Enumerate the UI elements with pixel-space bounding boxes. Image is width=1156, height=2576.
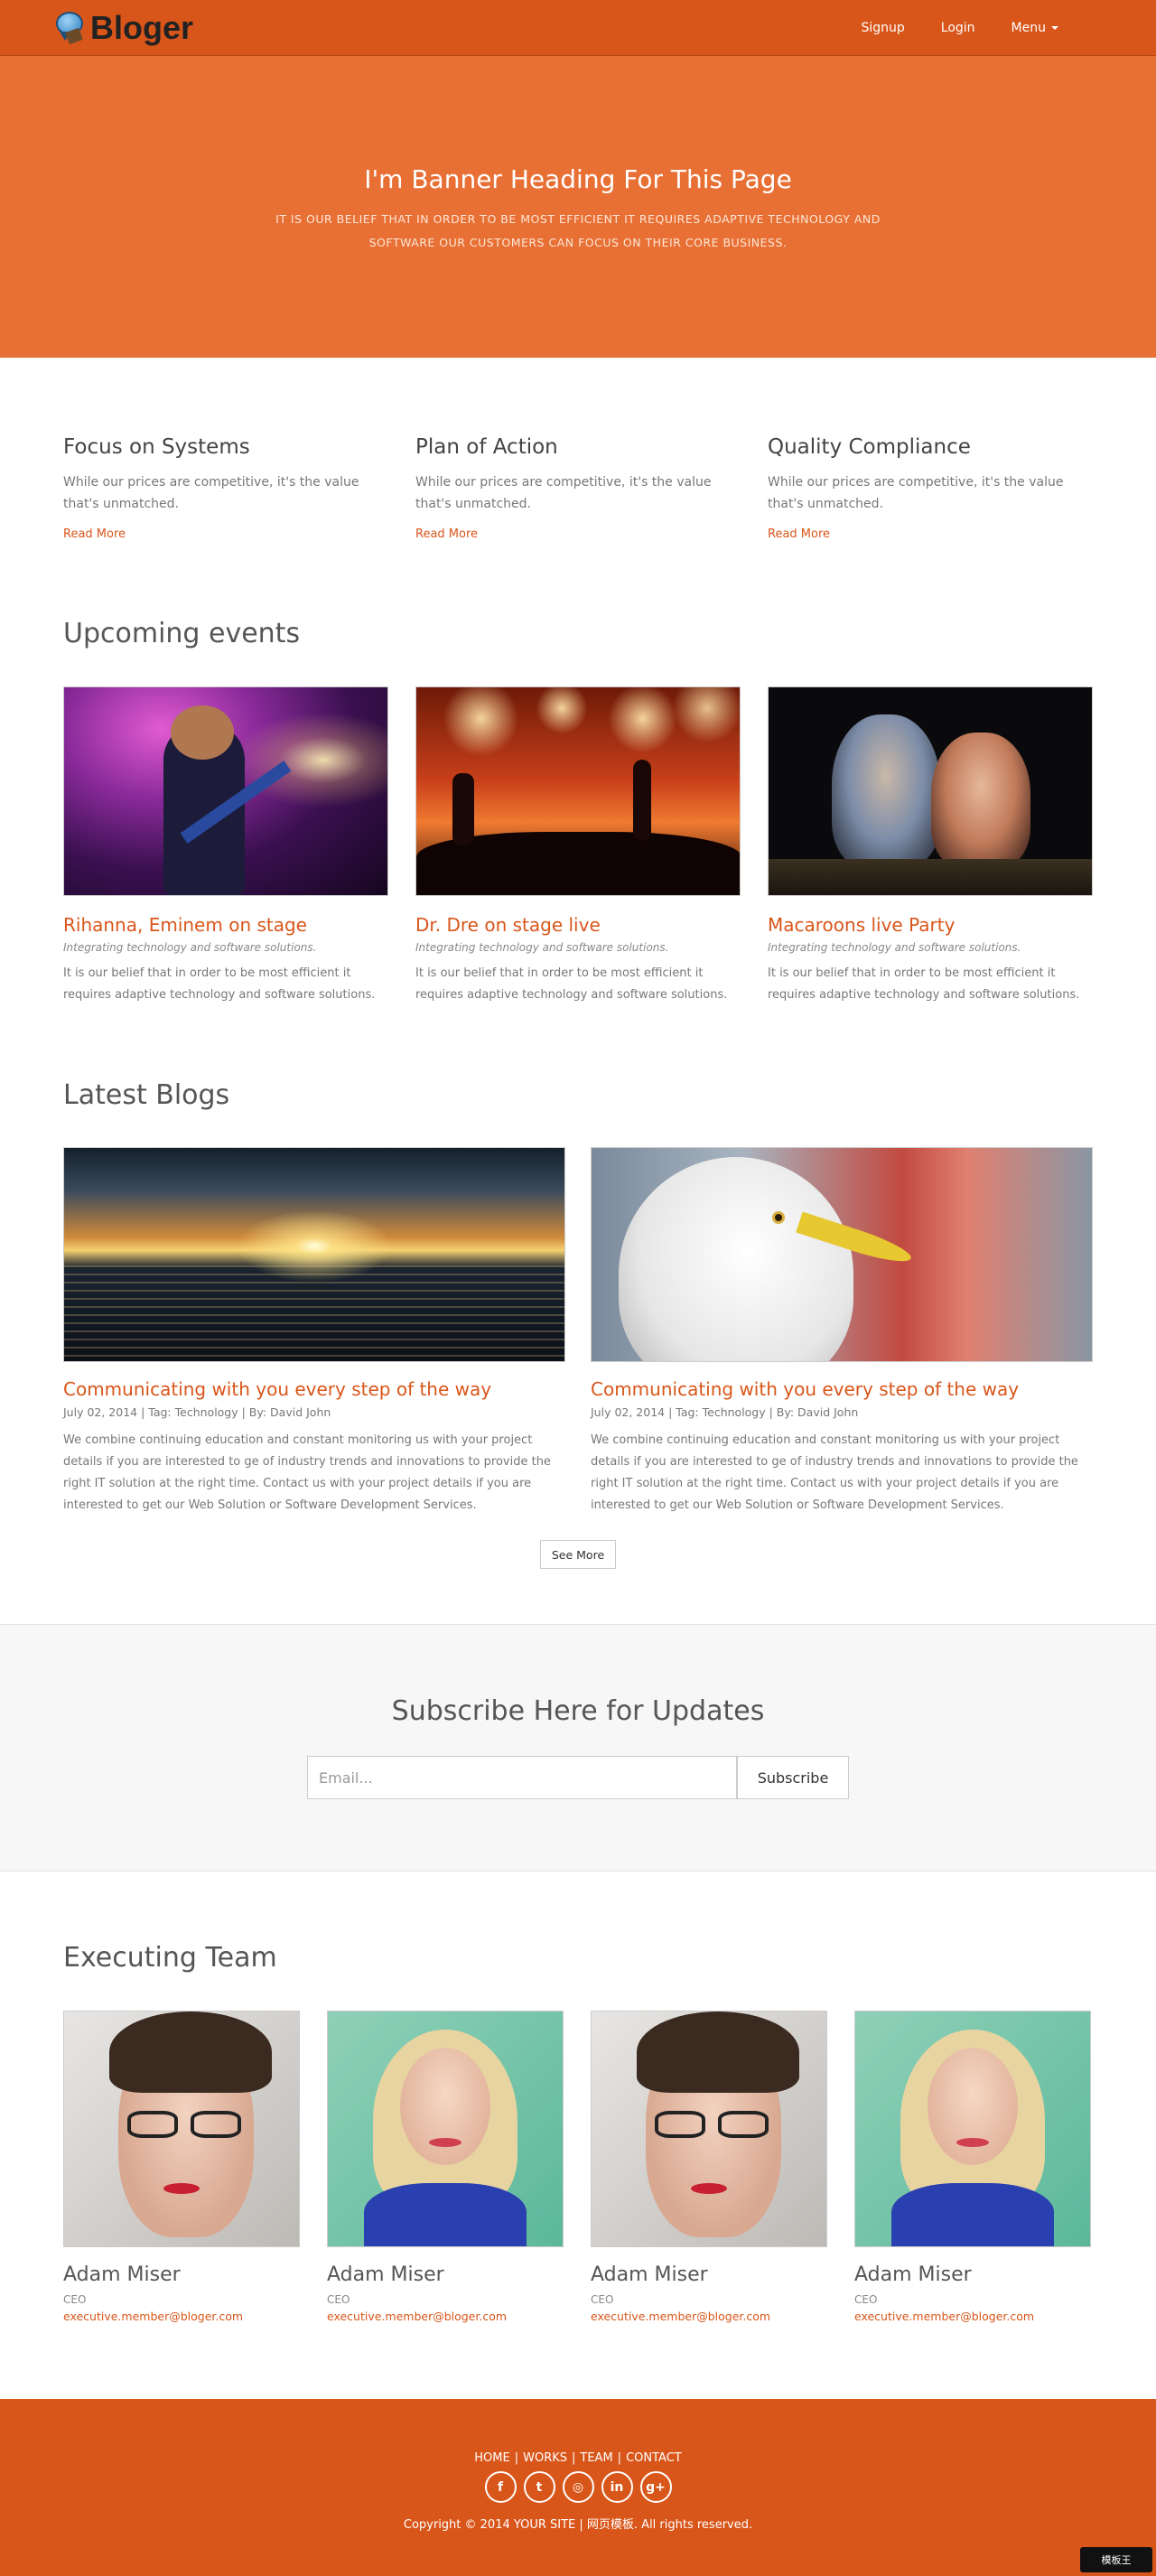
read-more-link[interactable]: Read More — [415, 527, 741, 541]
feature-text: While our prices are competitive, it's t… — [768, 475, 1064, 511]
footer-link-works[interactable]: WORKS — [523, 2451, 567, 2465]
member-email-link[interactable]: executive.member@bloger.com — [854, 2310, 1091, 2323]
event-card: Dr. Dre on stage live Integrating techno… — [415, 686, 741, 1006]
brand-name[interactable]: Bloger — [90, 9, 193, 47]
member-email-link[interactable]: executive.member@bloger.com — [63, 2310, 300, 2323]
read-more-link[interactable]: Read More — [63, 527, 388, 541]
dribbble-icon[interactable]: ◎ — [562, 2471, 594, 2503]
member-photo — [591, 2011, 827, 2247]
member-name: Adam Miser — [63, 2263, 181, 2286]
feature-title: Focus on Systems — [63, 435, 250, 459]
google-plus-icon[interactable]: g+ — [639, 2471, 672, 2503]
event-text: It is our belief that in order to be mos… — [768, 966, 1080, 1002]
caret-down-icon — [1051, 26, 1058, 30]
nav-menu-dropdown[interactable]: Menu — [993, 21, 1077, 35]
event-title[interactable]: Macaroons live Party — [768, 914, 1093, 936]
team-member-card: Adam Miser CEO executive.member@bloger.c… — [854, 2011, 1091, 2323]
blog-title[interactable]: Communicating with you every step of the… — [63, 1378, 565, 1400]
feature-text: While our prices are competitive, it's t… — [63, 475, 359, 511]
linkedin-icon[interactable]: in — [601, 2471, 633, 2503]
read-more-link[interactable]: Read More — [768, 527, 1093, 541]
event-subtitle: Integrating technology and software solu… — [415, 941, 669, 954]
feature-title: Quality Compliance — [768, 435, 971, 459]
subscribe-button[interactable]: Subscribe — [737, 1756, 849, 1799]
speech-bubble-logo-icon — [54, 12, 85, 45]
twitter-icon[interactable]: t — [523, 2471, 555, 2503]
facebook-icon[interactable]: f — [484, 2471, 517, 2503]
event-title[interactable]: Rihanna, Eminem on stage — [63, 914, 388, 936]
team-member-card: Adam Miser CEO executive.member@bloger.c… — [63, 2011, 300, 2323]
feature-card: Focus on Systems While our prices are co… — [63, 435, 388, 541]
event-card: Macaroons live Party Integrating technol… — [768, 686, 1093, 1006]
member-email-link[interactable]: executive.member@bloger.com — [327, 2310, 564, 2323]
blog-image-seagull[interactable] — [591, 1147, 1093, 1362]
event-text: It is our belief that in order to be mos… — [63, 966, 376, 1002]
blog-meta: July 02, 2014 | Tag: Technology | By: Da… — [63, 1405, 331, 1419]
copyright-text: Copyright © 2014 YOUR SITE | 网页模板. All r… — [403, 2518, 753, 2532]
member-role: CEO — [327, 2293, 350, 2306]
blog-title[interactable]: Communicating with you every step of the… — [591, 1378, 1093, 1400]
member-name: Adam Miser — [591, 2263, 708, 2286]
blog-text: We combine continuing education and cons… — [63, 1433, 551, 1512]
member-photo — [327, 2011, 564, 2247]
footer-link-team[interactable]: TEAM — [580, 2451, 612, 2465]
blog-text: We combine continuing education and cons… — [591, 1433, 1078, 1512]
feature-card: Plan of Action While our prices are comp… — [415, 435, 741, 541]
feature-card: Quality Compliance While our prices are … — [768, 435, 1093, 541]
brand[interactable]: Bloger — [54, 9, 193, 47]
member-role: CEO — [591, 2293, 614, 2306]
subscribe-title: Subscribe Here for Updates — [391, 1695, 765, 1727]
event-image-concert-stage[interactable] — [415, 686, 741, 896]
member-name: Adam Miser — [854, 2263, 972, 2286]
blog-meta: July 02, 2014 | Tag: Technology | By: Da… — [591, 1405, 859, 1419]
banner-text: IT IS OUR BELIEF THAT IN ORDER TO BE MOS… — [275, 212, 881, 249]
event-text: It is our belief that in order to be mos… — [415, 966, 728, 1002]
team-member-card: Adam Miser CEO executive.member@bloger.c… — [327, 2011, 564, 2323]
event-card: Rihanna, Eminem on stage Integrating tec… — [63, 686, 388, 1006]
blogs-section-title: Latest Blogs — [63, 1079, 230, 1111]
member-email-link[interactable]: executive.member@bloger.com — [591, 2310, 827, 2323]
event-subtitle: Integrating technology and software solu… — [63, 941, 317, 954]
nav-menu-label: Menu — [1011, 21, 1046, 35]
event-subtitle: Integrating technology and software solu… — [768, 941, 1021, 954]
event-title[interactable]: Dr. Dre on stage live — [415, 914, 741, 936]
social-links: f t ◎ in g+ — [0, 2471, 1156, 2503]
feature-text: While our prices are competitive, it's t… — [415, 475, 712, 511]
subscribe-section: Subscribe Here for Updates Subscribe — [0, 1624, 1156, 1871]
event-image-sculpture-party[interactable] — [768, 686, 1093, 896]
watermark-logo: 模板王 — [1080, 2547, 1152, 2572]
team-member-card: Adam Miser CEO executive.member@bloger.c… — [591, 2011, 827, 2323]
nav-links: Signup Login Menu — [843, 0, 1077, 56]
footer-link-home[interactable]: HOME — [474, 2451, 509, 2465]
blog-card: Communicating with you every step of the… — [591, 1147, 1093, 1517]
see-more-button[interactable]: See More — [540, 1540, 616, 1569]
member-role: CEO — [63, 2293, 87, 2306]
footer-link-contact[interactable]: CONTACT — [626, 2451, 682, 2465]
team-section-title: Executing Team — [63, 1942, 277, 1974]
blog-card: Communicating with you every step of the… — [63, 1147, 565, 1517]
email-input[interactable] — [307, 1756, 737, 1799]
nav-login-link[interactable]: Login — [923, 21, 993, 35]
event-image-rock-concert[interactable] — [63, 686, 388, 896]
banner-heading: I'm Banner Heading For This Page — [364, 164, 792, 194]
events-section-title: Upcoming events — [63, 618, 301, 649]
member-photo — [63, 2011, 300, 2247]
banner: I'm Banner Heading For This Page IT IS O… — [0, 56, 1156, 358]
feature-title: Plan of Action — [415, 435, 558, 459]
footer: HOME | WORKS | TEAM | CONTACT f t ◎ in g+ Copy… — [0, 2399, 1156, 2576]
footer-nav: HOME | WORKS | TEAM | CONTACT — [474, 2451, 682, 2465]
navbar: Bloger Signup Login Menu — [0, 0, 1156, 56]
member-name: Adam Miser — [327, 2263, 444, 2286]
blog-image-sunset[interactable] — [63, 1147, 565, 1362]
member-photo — [854, 2011, 1091, 2247]
nav-signup-link[interactable]: Signup — [843, 21, 922, 35]
member-role: CEO — [854, 2293, 878, 2306]
